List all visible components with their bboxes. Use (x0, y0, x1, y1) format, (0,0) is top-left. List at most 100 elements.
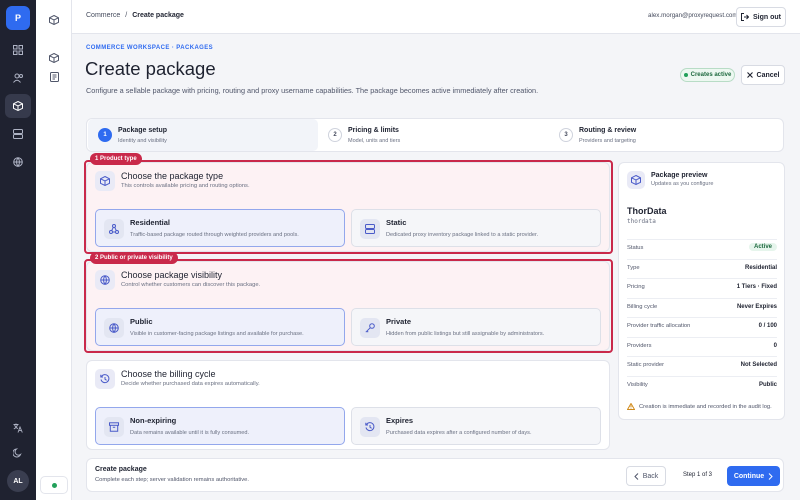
step-number: 3 (559, 128, 573, 142)
highlight-tag-visibility: 2 Public or private visibility (90, 252, 178, 264)
row-value: Public (758, 382, 777, 388)
highlight-tag-type: 1 Product type (90, 153, 142, 165)
step-package-setup[interactable]: 1 Package setup Identity and visibility (88, 119, 318, 151)
row-value: Not Selected (740, 362, 777, 368)
preview-note: Creation is immediate and recorded in th… (627, 403, 772, 410)
row-value: 0 / 100 (758, 323, 777, 329)
connection-status (40, 476, 68, 494)
footer-subtitle: Complete each step; server validation re… (95, 477, 250, 483)
section-visibility: Choose package visibility Control whethe… (86, 261, 610, 351)
theme-moon-icon[interactable] (5, 441, 31, 465)
section-billing-cycle: Choose the billing cycle Decide whether … (86, 360, 610, 450)
row-key: Status (627, 245, 644, 251)
step-title: Pricing & limits (348, 127, 399, 134)
sign-out-label: Sign out (753, 13, 781, 21)
language-icon[interactable] (5, 416, 31, 440)
document-icon[interactable] (46, 69, 62, 85)
option-subtitle: Hidden from public listings but still as… (386, 331, 545, 337)
nav-users-icon[interactable] (5, 66, 31, 90)
row-key: Pricing (627, 284, 645, 290)
page-title: Create package (85, 58, 216, 79)
option-private[interactable]: Private Hidden from public listings but … (351, 308, 601, 346)
row-key: Type (627, 265, 640, 271)
breadcrumb-separator: / (125, 12, 128, 19)
option-title: Residential (130, 218, 171, 227)
section-package-type: Choose the package type This controls av… (86, 162, 610, 252)
option-subtitle: Dedicated proxy inventory package linked… (386, 232, 539, 238)
sign-out-icon (741, 13, 749, 21)
section-subtitle: Control whether customers can discover t… (121, 282, 261, 288)
option-subtitle: Data remains available until it is fully… (130, 430, 250, 436)
active-dot (683, 73, 688, 77)
page-description: Configure a sellable package with pricin… (86, 86, 539, 95)
option-static[interactable]: Static Dedicated proxy inventory package… (351, 209, 601, 247)
continue-button[interactable]: Continue (727, 466, 780, 486)
warning-icon (627, 403, 635, 410)
app-logo[interactable]: P (6, 6, 30, 30)
row-key: Providers (627, 343, 652, 349)
step-number: 2 (328, 128, 342, 142)
option-title: Expires (386, 416, 414, 425)
step-routing-review[interactable]: 3 Routing & review Providers and targeti… (549, 119, 779, 151)
breadcrumb: Commerce / Create package (86, 12, 184, 19)
back-button[interactable]: Back (626, 466, 666, 486)
row-value: Never Expires (736, 304, 777, 310)
workspace-box-icon[interactable] (46, 12, 62, 28)
step-title: Routing & review (579, 127, 637, 134)
private-key-icon (360, 318, 380, 338)
nav-dashboard-icon[interactable] (5, 38, 31, 62)
row-key: Static provider (627, 362, 665, 368)
preview-package-name: ThorData (627, 206, 667, 216)
step-pricing-limits[interactable]: 2 Pricing & limits Model, units and tier… (318, 119, 548, 151)
row-value-badge: Active (748, 243, 777, 251)
status-badge-label: Creates active (690, 72, 732, 78)
row-key: Visibility (627, 382, 648, 388)
status-dot (51, 482, 57, 488)
packages-box-icon[interactable] (46, 50, 62, 66)
option-subtitle: Purchased data expires after a configure… (386, 430, 532, 436)
footer-bar: Create package Complete each step; serve… (86, 458, 784, 492)
option-title: Static (386, 218, 407, 227)
preview-subtitle: Updates as you configure (651, 181, 714, 187)
step-indicator: Step 1 of 3 (683, 472, 713, 478)
step-title: Package setup (118, 127, 168, 134)
user-avatar[interactable]: AL (7, 470, 29, 492)
preview-package-code: thordata (627, 218, 656, 225)
cancel-button[interactable]: Cancel (741, 65, 785, 85)
section-title: Choose package visibility (121, 270, 223, 280)
status-badge: Creates active (680, 68, 735, 82)
option-expires[interactable]: Expires Purchased data expires after a c… (351, 407, 601, 445)
page-eyebrow: COMMERCE WORKSPACE · PACKAGES (86, 45, 214, 51)
preview-cube-icon (627, 171, 645, 189)
topbar: Commerce / Create package alex.morgan@pr… (72, 0, 800, 34)
preview-row-visibility: Visibility Public (627, 376, 777, 394)
row-key: Billing cycle (627, 304, 658, 310)
breadcrumb-current: Create package (132, 12, 184, 19)
option-title: Public (130, 317, 153, 326)
preview-row-billing: Billing cycle Never Expires (627, 298, 777, 316)
preview-row-pricing: Pricing 1 Tiers · Fixed (627, 278, 777, 296)
preview-note-text: Creation is immediate and recorded in th… (639, 403, 772, 410)
step-subtitle: Identity and visibility (118, 138, 167, 144)
option-residential[interactable]: Residential Traffic-based package routed… (95, 209, 345, 247)
expires-clock-icon (360, 417, 380, 437)
nav-packages-icon[interactable] (5, 94, 31, 118)
section-title: Choose the package type (121, 171, 224, 181)
nav-network-icon[interactable] (5, 150, 31, 174)
sign-out-button[interactable]: Sign out (736, 7, 786, 27)
package-preview: Package preview Updates as you configure… (618, 162, 785, 420)
option-title: Non-expiring (130, 416, 177, 425)
option-subtitle: Traffic-based package routed through wei… (130, 232, 299, 238)
cancel-label: Cancel (756, 71, 780, 79)
preview-row-providers: Providers 0 (627, 337, 777, 355)
preview-row-status: Status Active (627, 239, 777, 257)
breadcrumb-commerce[interactable]: Commerce (86, 12, 120, 19)
nav-servers-icon[interactable] (5, 122, 31, 146)
row-value: 1 Tiers · Fixed (736, 284, 777, 290)
globe-icon (95, 270, 115, 290)
back-label: Back (642, 472, 659, 480)
option-public[interactable]: Public Visible in customer-facing packag… (95, 308, 345, 346)
cube-icon (95, 171, 115, 191)
option-non-expiring[interactable]: Non-expiring Data remains available unti… (95, 407, 345, 445)
step-subtitle: Model, units and tiers (348, 138, 401, 144)
